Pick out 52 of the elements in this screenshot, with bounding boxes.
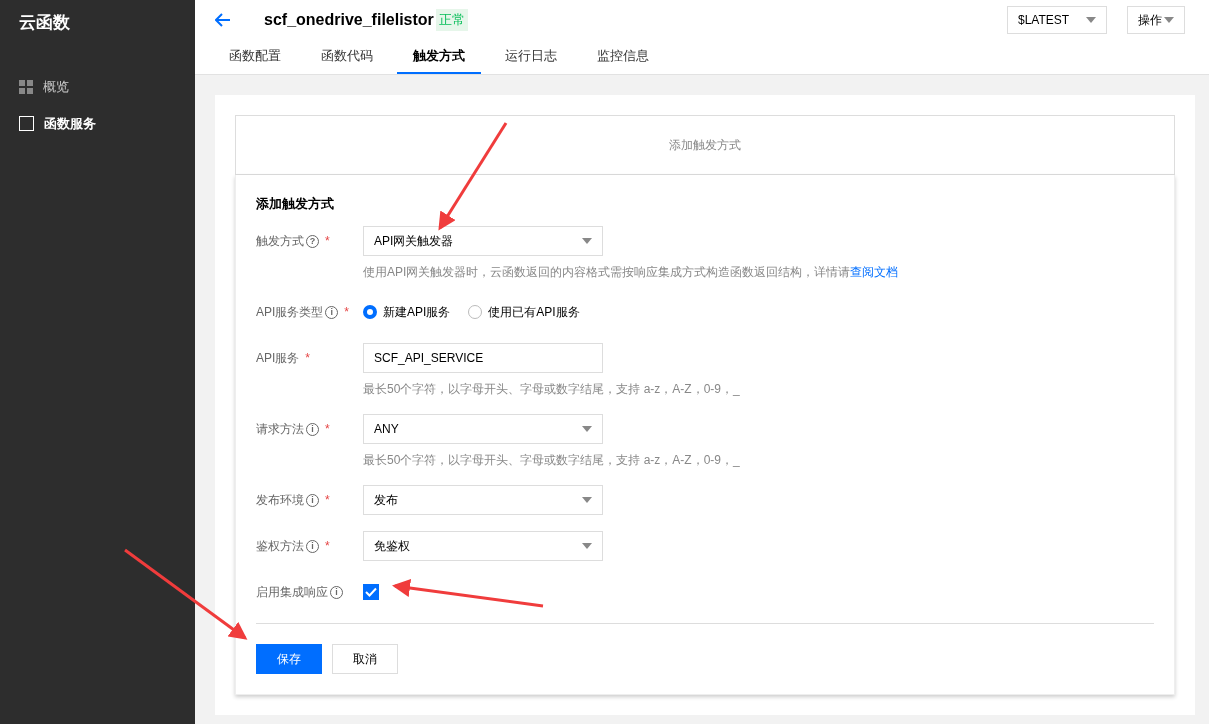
field-label: 启用集成响应 (256, 583, 328, 601)
function-title: scf_onedrive_filelistor (264, 11, 434, 29)
required-mark: * (344, 305, 349, 319)
add-trigger-bar[interactable]: 添加触发方式 (235, 115, 1175, 175)
hint-text: 使用API网关触发器时，云函数返回的内容格式需按响应集成方式构造函数返回结构，详情请查阅文档 (363, 264, 899, 281)
radio-label: 使用已有API服务 (488, 303, 580, 321)
hint-text: 最长50个字符，以字母开头、字母或数字结尾，支持 a-z，A-Z，0-9，_ (363, 452, 740, 469)
actions-dropdown[interactable]: 操作 (1127, 6, 1185, 34)
select-field[interactable]: 发布 (363, 485, 603, 515)
caret-icon (1086, 17, 1096, 23)
checkbox[interactable] (363, 584, 379, 600)
square-icon (19, 116, 34, 131)
required-mark: * (325, 234, 330, 248)
save-button[interactable]: 保存 (256, 644, 322, 674)
caret-icon (582, 426, 592, 432)
required-mark: * (305, 351, 310, 365)
radio-option[interactable]: 使用已有API服务 (468, 303, 580, 321)
required-mark: * (325, 493, 330, 507)
form-title: 添加触发方式 (256, 195, 335, 213)
tab[interactable]: 函数配置 (213, 40, 297, 74)
field-label: API服务类型 (256, 303, 324, 321)
tab[interactable]: 函数代码 (305, 40, 389, 74)
tab[interactable]: 运行日志 (489, 40, 573, 74)
required-mark: * (325, 422, 330, 436)
back-arrow-icon[interactable] (215, 13, 231, 27)
caret-icon (582, 238, 592, 244)
status-badge: 正常 (435, 9, 468, 31)
select-field[interactable]: 免鉴权 (363, 531, 603, 561)
required-mark: * (325, 539, 330, 553)
radio-option[interactable]: 新建API服务 (363, 303, 451, 321)
radio-label: 新建API服务 (383, 303, 451, 321)
sidebar-title: 云函数 (18, 12, 71, 34)
tab[interactable]: 监控信息 (581, 40, 665, 74)
caret-icon (1164, 17, 1174, 23)
tab[interactable]: 触发方式 (397, 40, 481, 74)
grid-icon (19, 79, 33, 94)
sidebar-item[interactable]: 函数服务 (0, 105, 195, 142)
hint-text: 最长50个字符，以字母开头、字母或数字结尾，支持 a-z，A-Z，0-9，_ (363, 381, 740, 398)
input-field[interactable]: SCF_API_SERVICE (363, 343, 603, 373)
docs-link[interactable]: 查阅文档 (850, 265, 899, 279)
field-label: 触发方式 (256, 232, 304, 250)
select-field[interactable]: ANY (363, 414, 603, 444)
select-field[interactable]: API网关触发器 (363, 226, 603, 256)
cancel-button[interactable]: 取消 (332, 644, 398, 674)
sidebar-item[interactable]: 概览 (0, 68, 195, 105)
field-label: 鉴权方法 (256, 537, 304, 555)
caret-icon (582, 543, 592, 549)
caret-icon (582, 497, 592, 503)
field-label: API服务 (256, 349, 300, 367)
field-label: 发布环境 (256, 491, 304, 509)
field-label: 请求方法 (256, 420, 304, 438)
version-dropdown[interactable]: $LATEST (1007, 6, 1107, 34)
